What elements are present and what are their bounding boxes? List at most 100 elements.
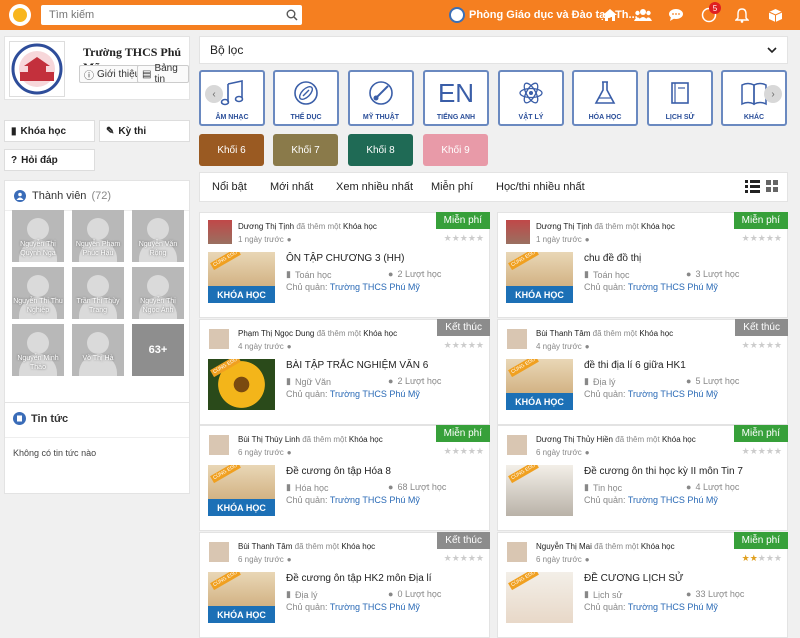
course-card[interactable]: Dương Thị Thủy Hiền đã thêm một Khóa học… <box>497 425 788 531</box>
owner-link[interactable]: Trường THCS Phú Mỹ <box>628 282 718 292</box>
view-toggle <box>745 180 779 196</box>
course-thumbnail[interactable]: CÙNG EDU <box>506 572 573 623</box>
grade-9-button[interactable]: Khối 9 <box>423 134 488 166</box>
course-title[interactable]: Đề cương ôn thi học kỳ II môn Tin 7 <box>584 466 743 477</box>
post-time-text: 6 ngày trước <box>238 448 284 457</box>
tab-exams[interactable]: ✎ Kỳ thi <box>99 120 190 142</box>
member-tile[interactable]: Nguyễn Minh Thảo <box>12 324 64 376</box>
course-card[interactable]: Phạm Thị Ngọc Dung đã thêm một Khóa học 4… <box>199 319 490 425</box>
owner-link[interactable]: Trường THCS Phú Mỹ <box>330 389 420 399</box>
search-input[interactable] <box>41 6 282 24</box>
owner-link[interactable]: Trường THCS Phú Mỹ <box>330 602 420 612</box>
subject-pe[interactable]: THỂ DỤC <box>273 70 339 126</box>
member-tile[interactable]: Võ Thị Hà <box>72 324 124 376</box>
course-title[interactable]: ÔN TẬP CHƯƠNG 3 (HH) <box>286 253 404 264</box>
member-tile[interactable]: Nguyễn Văn Rộng <box>132 210 184 262</box>
author-name[interactable]: Nguyễn Thị Mai <box>536 542 592 551</box>
author-avatar[interactable] <box>507 329 527 349</box>
course-title[interactable]: chu đề đồ thị <box>584 253 641 264</box>
course-thumbnail[interactable]: CÙNG EDU <box>506 465 573 516</box>
author-name[interactable]: Dương Thị Tịnh <box>536 222 592 231</box>
course-thumbnail[interactable]: CÙNG EDU KHÓA HỌC <box>506 252 573 303</box>
subject-art[interactable]: MỸ THUẬT <box>348 70 414 126</box>
thumbnail-tag: CÙNG EDU <box>210 252 241 271</box>
item-type: Khóa học <box>639 329 674 338</box>
tab-free[interactable]: Miễn phí <box>431 181 473 193</box>
school-logo[interactable] <box>9 41 65 97</box>
chevron-down-icon[interactable] <box>767 43 777 57</box>
author-name[interactable]: Bùi Thanh Tâm <box>238 542 292 551</box>
course-title[interactable]: Đề cương ôn tập HK2 môn Địa lí <box>286 573 432 584</box>
course-card[interactable]: Nguyễn Thị Mai đã thêm một Khóa học 6 ngà… <box>497 532 788 638</box>
author-avatar[interactable] <box>506 220 530 244</box>
author-avatar[interactable] <box>209 542 229 562</box>
course-thumbnail[interactable]: CÙNG EDU KHÓA HỌC <box>208 465 275 516</box>
subject-english[interactable]: EN TIẾNG ANH <box>423 70 489 126</box>
grid-view-icon[interactable] <box>766 180 779 196</box>
author-avatar[interactable] <box>507 435 527 455</box>
search-icon[interactable] <box>282 9 302 21</box>
course-title[interactable]: đề thi địa lí 6 giữa HK1 <box>584 360 686 371</box>
course-thumbnail[interactable]: CÙNG EDU KHÓA HỌC <box>208 252 275 303</box>
chat-icon[interactable] <box>666 5 686 25</box>
author-avatar[interactable] <box>209 435 229 455</box>
author-avatar[interactable] <box>507 542 527 562</box>
grade-8-button[interactable]: Khối 8 <box>348 134 413 166</box>
bell-icon[interactable] <box>732 5 752 25</box>
member-tile[interactable]: Nguyễn Thị Thu Nghiệp <box>12 267 64 319</box>
more-members-tile[interactable]: 63+ <box>132 324 184 376</box>
course-thumbnail[interactable]: CÙNG EDU KHÓA HỌC <box>208 572 275 623</box>
member-tile[interactable]: Trần Thị Thùy Trang <box>72 267 124 319</box>
owner-link[interactable]: Trường THCS Phú Mỹ <box>628 495 718 505</box>
tab-most-viewed[interactable]: Xem nhiều nhất <box>336 181 413 193</box>
member-tile[interactable]: Nguyễn Phạm Phúc Hậu <box>72 210 124 262</box>
owner-link[interactable]: Trường THCS Phú Mỹ <box>330 282 420 292</box>
subject-chemistry[interactable]: HÓA HỌC <box>572 70 638 126</box>
course-thumbnail[interactable]: CÙNG EDU KHÓA HỌC <box>506 359 573 410</box>
site-logo[interactable] <box>9 4 31 26</box>
course-card[interactable]: Bùi Thanh Tâm đã thêm một Khóa học 4 ngày… <box>497 319 788 425</box>
filter-bar[interactable]: Bộ lọc <box>199 36 788 64</box>
grade-6-button[interactable]: Khối 6 <box>199 134 264 166</box>
subject-physics[interactable]: VẬT LÝ <box>498 70 564 126</box>
board-button[interactable]: ▤ Bảng tin <box>137 63 189 85</box>
author-avatar[interactable] <box>209 329 229 349</box>
course-title[interactable]: BÀI TẬP TRẮC NGHIỆM VĂN 6 <box>286 360 428 371</box>
course-card[interactable]: Dương Thị Tịnh đã thêm một Khóa học 1 ngà… <box>497 212 788 318</box>
tab-qa[interactable]: ? Hỏi đáp <box>4 149 95 171</box>
tab-courses[interactable]: ▮ Khóa học <box>4 120 95 142</box>
tab-most-learned[interactable]: Học/thi nhiều nhất <box>496 181 585 193</box>
author-name[interactable]: Dương Thị Tịnh <box>238 222 294 231</box>
cube-icon[interactable] <box>765 5 785 25</box>
owner-link[interactable]: Trường THCS Phú Mỹ <box>330 495 420 505</box>
owner-link[interactable]: Trường THCS Phú Mỹ <box>628 389 718 399</box>
tab-newest[interactable]: Mới nhất <box>270 181 313 193</box>
course-title[interactable]: ĐỀ CƯƠNG LỊCH SỬ <box>584 573 684 584</box>
author-avatar[interactable] <box>208 220 232 244</box>
subject-history[interactable]: LỊCH SỬ <box>647 70 713 126</box>
list-view-icon[interactable] <box>745 180 760 196</box>
tab-featured[interactable]: Nổi bật <box>212 181 247 193</box>
author-name[interactable]: Bùi Thị Thùy Linh <box>238 435 300 444</box>
notification-count-icon[interactable]: 5 <box>699 2 721 25</box>
course-title[interactable]: Đề cương ôn tập Hóa 8 <box>286 466 391 477</box>
carousel-next-arrow[interactable]: › <box>764 85 782 103</box>
member-tile[interactable]: Nguyễn Thị Ngọc Ánh <box>132 267 184 319</box>
course-card[interactable]: Bùi Thanh Tâm đã thêm một Khóa học 6 ngày… <box>199 532 490 638</box>
intro-button[interactable]: ⓘ Giới thiệu <box>79 65 146 83</box>
grade-7-button[interactable]: Khối 7 <box>273 134 338 166</box>
subject-label: VẬT LÝ <box>518 114 544 121</box>
author-name[interactable]: Bùi Thanh Tâm <box>536 329 590 338</box>
author-name[interactable]: Dương Thị Thủy Hiền <box>536 435 613 444</box>
carousel-prev-arrow[interactable]: ‹ <box>205 85 223 103</box>
owner-link[interactable]: Trường THCS Phú Mỹ <box>628 602 718 612</box>
course-card[interactable]: Dương Thị Tịnh đã thêm một Khóa học 1 ngà… <box>199 212 490 318</box>
group-icon[interactable] <box>633 5 653 25</box>
home-icon[interactable] <box>600 5 620 25</box>
author-name[interactable]: Phạm Thị Ngọc Dung <box>238 329 314 338</box>
course-thumbnail[interactable]: CÙNG EDU <box>208 359 275 410</box>
star-icon: ★ <box>459 340 468 350</box>
member-tile[interactable]: Nguyễn Thị Quỳnh Nga <box>12 210 64 262</box>
course-owner: Chủ quản: Trường THCS Phú Mỹ <box>286 602 420 612</box>
course-card[interactable]: Bùi Thị Thùy Linh đã thêm một Khóa học 6 … <box>199 425 490 531</box>
